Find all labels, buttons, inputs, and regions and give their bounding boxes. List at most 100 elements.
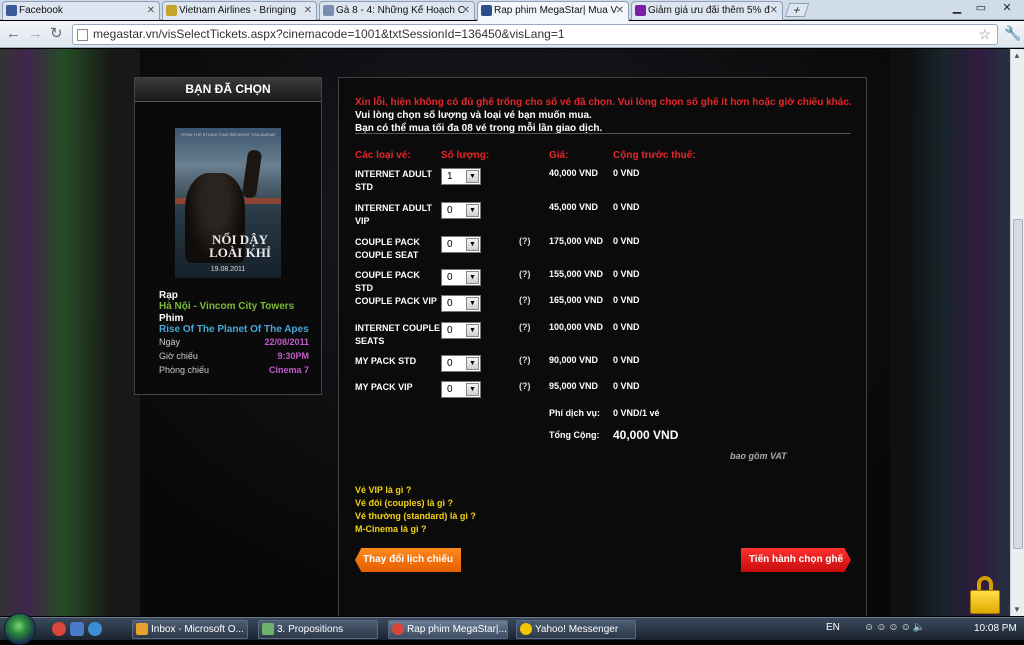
scroll-up-icon[interactable]: ▲ [1013, 51, 1021, 60]
minimize-icon[interactable]: ▁ [946, 1, 968, 14]
clock[interactable]: 10:08 PM [974, 623, 1017, 634]
ticket-price: 95,000 VND [549, 381, 599, 391]
tab-label: Vietnam Airlines - Bringing [179, 5, 297, 16]
ticket-price: 175,000 VND [549, 236, 604, 246]
faq-link-vip[interactable]: Vé VIP là gì ? [355, 484, 476, 497]
close-icon[interactable]: ✕ [770, 2, 778, 19]
faq-link-mcinema[interactable]: M-Cinema là gì ? [355, 523, 476, 536]
reload-icon[interactable]: ↻ [50, 25, 63, 43]
chrome-icon[interactable] [52, 622, 66, 636]
chevron-down-icon[interactable]: ▼ [466, 271, 479, 284]
ticket-name: MY PACK STD [355, 356, 417, 366]
chevron-down-icon[interactable]: ▼ [466, 324, 479, 337]
tab-facebook[interactable]: Facebook ✕ [2, 1, 160, 20]
desktop-icon[interactable] [70, 622, 84, 636]
quantity-value: 0 [447, 384, 453, 395]
url-text: megastar.vn/visSelectTickets.aspx?cinema… [93, 27, 565, 41]
tab-yahoo-deals[interactable]: Giảm giá ưu đãi thêm 5% đ ✕ [631, 1, 783, 20]
close-icon[interactable]: ✕ [304, 2, 312, 19]
quantity-value: 0 [447, 298, 453, 309]
tab-megastar[interactable]: Rap phim MegaStar| Mua V ✕ [477, 1, 629, 21]
quantity-select[interactable]: 0 ▼ [441, 295, 481, 312]
chevron-down-icon[interactable]: ▼ [466, 238, 479, 251]
fee-value: 0 VND/1 vé [613, 408, 660, 418]
language-indicator[interactable]: EN [826, 622, 840, 633]
tray-icons[interactable]: ☺☺☺☺🔈 [864, 622, 927, 633]
close-window-icon[interactable]: ✕ [996, 1, 1018, 14]
quantity-select[interactable]: 0 ▼ [441, 202, 481, 219]
close-icon[interactable]: ✕ [147, 2, 155, 19]
ticket-price: 155,000 VND [549, 269, 604, 279]
quantity-select[interactable]: 0 ▼ [441, 236, 481, 253]
ticket-subtotal: 0 VND [613, 381, 640, 391]
address-bar[interactable]: megastar.vn/visSelectTickets.aspx?cinema… [72, 24, 998, 45]
room-row: Phòng chiếu Cinema 7 [159, 365, 309, 379]
close-icon[interactable]: ✕ [616, 2, 624, 19]
back-icon[interactable]: ← [6, 25, 21, 43]
cinema-value: Hà Nội - Vincom City Towers [159, 301, 295, 312]
tab-label: Giảm giá ưu đãi thêm 5% đ [648, 5, 770, 16]
new-tab-button[interactable]: + [784, 3, 810, 17]
help-link[interactable]: (?) [519, 381, 531, 391]
taskbar-item-label: Rap phim MegaStar|... [407, 624, 507, 635]
help-link[interactable]: (?) [519, 295, 531, 305]
scrollbar-thumb[interactable] [1013, 219, 1023, 549]
start-button[interactable] [4, 613, 36, 645]
quantity-select[interactable]: 0 ▼ [441, 322, 481, 339]
tab-vietnam-airlines[interactable]: Vietnam Airlines - Bringing ✕ [162, 1, 317, 20]
lock-body [970, 590, 1000, 614]
help-link[interactable]: (?) [519, 269, 531, 279]
close-icon[interactable]: ✕ [462, 2, 470, 19]
ie-icon[interactable] [88, 622, 102, 636]
chevron-down-icon[interactable]: ▼ [466, 383, 479, 396]
chrome-icon [392, 623, 404, 635]
taskbar-item-chrome[interactable]: Rap phim MegaStar|... [388, 620, 508, 639]
quantity-select[interactable]: 1 ▼ [441, 168, 481, 185]
ticket-price: 45,000 VND [549, 202, 599, 212]
poster-date: 19.08.2011 [210, 266, 246, 273]
chevron-down-icon[interactable]: ▼ [466, 297, 479, 310]
wrench-icon[interactable]: 🔧 [1004, 25, 1021, 42]
chevron-down-icon[interactable]: ▼ [466, 170, 479, 183]
ticket-row: COUPLE PACK COUPLE SEAT 0 ▼ (?) 175,000 V… [355, 236, 855, 266]
forward-icon[interactable]: → [28, 25, 43, 43]
help-link[interactable]: (?) [519, 322, 531, 332]
time-label: Giờ chiếu [159, 351, 198, 361]
instruction-text: Vui lòng chọn số lượng và loại vé bạn mu… [355, 110, 592, 121]
vertical-scrollbar[interactable]: ▲ ▼ [1010, 49, 1024, 616]
taskbar-item-propositions[interactable]: 3. Propositions [258, 620, 378, 639]
change-showtime-button[interactable]: Thay đổi lịch chiếu [355, 548, 461, 572]
selection-summary-panel: BẠN ĐÃ CHỌN FROM THE STUDIO THAT BROUGHT… [134, 77, 322, 395]
ticket-price: 90,000 VND [549, 355, 599, 365]
quantity-select[interactable]: 0 ▼ [441, 269, 481, 286]
faq-link-couples[interactable]: Vé đôi (couples) là gì ? [355, 497, 476, 510]
document-icon [262, 623, 274, 635]
bookmark-star-icon[interactable]: ☆ [978, 25, 991, 44]
help-link[interactable]: (?) [519, 236, 531, 246]
time-value: 9:30PM [277, 351, 309, 361]
chevron-down-icon[interactable]: ▼ [466, 357, 479, 370]
quantity-select[interactable]: 0 ▼ [441, 355, 481, 372]
total-label: Tổng Cộng: [549, 430, 600, 440]
ticket-name: INTERNET ADULT VIP [355, 203, 432, 226]
movie-poster: FROM THE STUDIO THAT BROUGHT YOU AVATAR … [175, 128, 281, 278]
help-link[interactable]: (?) [519, 355, 531, 365]
ticket-price: 40,000 VND [549, 168, 599, 178]
maximize-icon[interactable]: ▭ [970, 1, 992, 14]
panel-title: BẠN ĐÃ CHỌN [135, 78, 321, 102]
ticket-row: INTERNET ADULT VIP 0 ▼ 45,000 VND 0 VND [355, 202, 855, 232]
taskbar-item-label: 3. Propositions [277, 624, 344, 635]
ticket-selection-panel: Xin lỗi, hiện không có đủ ghế trống cho … [338, 77, 867, 616]
ticket-row: MY PACK VIP 0 ▼ (?) 95,000 VND 0 VND [355, 381, 855, 411]
room-value: Cinema 7 [268, 365, 309, 375]
scroll-down-icon[interactable]: ▼ [1013, 605, 1021, 614]
choose-seats-button[interactable]: Tiến hành chọn ghế [741, 548, 851, 572]
browser-tab-bar: Facebook ✕ Vietnam Airlines - Bringing ✕… [0, 0, 1024, 21]
quantity-select[interactable]: 0 ▼ [441, 381, 481, 398]
page-icon [323, 5, 334, 16]
faq-link-standard[interactable]: Vé thường (standard) là gì ? [355, 510, 476, 523]
tab-ga-8-4[interactable]: Gà 8 - 4: Những Kế Hoạch C ✕ [319, 1, 475, 20]
chevron-down-icon[interactable]: ▼ [466, 204, 479, 217]
taskbar-item-outlook[interactable]: Inbox - Microsoft O... [132, 620, 248, 639]
taskbar-item-yahoo-messenger[interactable]: Yahoo! Messenger [516, 620, 636, 639]
